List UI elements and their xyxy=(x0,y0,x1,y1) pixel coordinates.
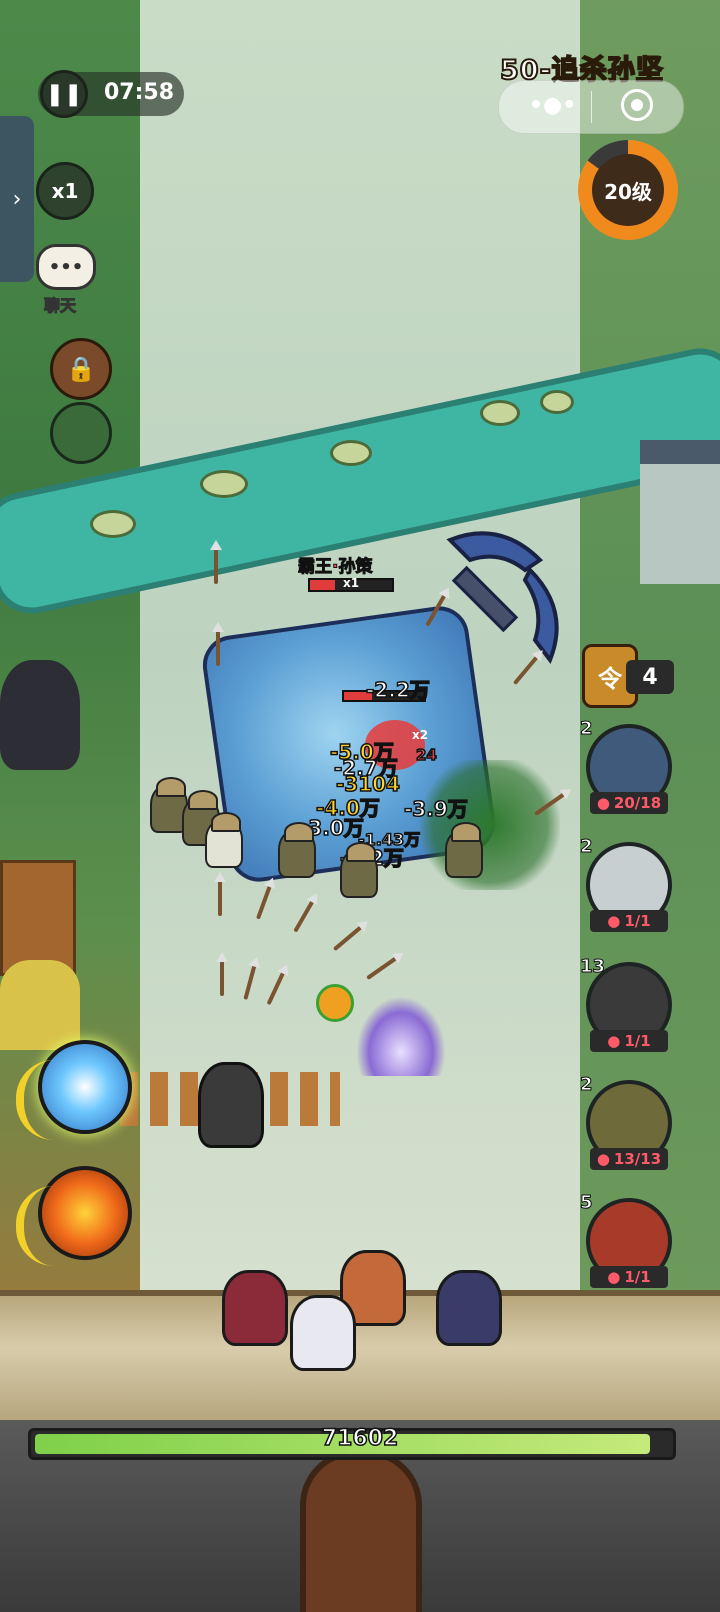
arrow-icon xyxy=(210,540,222,584)
unit-troops: ● 1/1 xyxy=(590,1266,668,1288)
more-options-button[interactable]: •●• xyxy=(529,93,576,118)
mini-program-capsule: •●• xyxy=(498,80,684,134)
token-counter[interactable]: 令 4 xyxy=(582,644,674,708)
enemy-stack: x2 xyxy=(412,728,429,742)
arrow-icon xyxy=(216,952,228,996)
person-icon: ● xyxy=(607,1032,621,1050)
unit-card[interactable]: 13 ● 1/1 xyxy=(579,956,672,1062)
river-rock xyxy=(90,510,136,538)
lock-icon: 🔒 xyxy=(66,355,96,383)
hero-red-tribal[interactable] xyxy=(222,1270,288,1346)
damage-number: 24 xyxy=(415,745,437,765)
hero-portrait-green[interactable] xyxy=(50,402,112,464)
unit-troops: ● 13/13 xyxy=(590,1148,668,1170)
unit-count: 5 xyxy=(580,1192,593,1214)
more-dots-icon: •●• xyxy=(529,93,577,118)
pause-icon: ❚❚ xyxy=(45,81,83,107)
target-icon xyxy=(631,99,643,111)
unit-troops: ● 1/1 xyxy=(590,1030,668,1052)
unit-count: 2 xyxy=(580,836,593,858)
timer-text: 07:58 xyxy=(104,80,175,105)
river-rock xyxy=(330,440,372,466)
city-gate xyxy=(300,1450,422,1612)
side-drawer-toggle[interactable]: › xyxy=(0,116,34,282)
fireball-icon xyxy=(316,984,354,1022)
level-label: 20级 xyxy=(592,154,664,226)
pagoda xyxy=(640,440,720,584)
boss-axe-icon xyxy=(446,531,559,665)
level-badge[interactable]: 20级 xyxy=(578,140,678,240)
unit-card[interactable]: 2 ● 1/1 xyxy=(580,836,672,942)
enemy-soldier xyxy=(445,822,483,878)
unit-card[interactable]: 2 ● 13/13 xyxy=(580,1074,672,1180)
person-icon: ● xyxy=(596,794,610,812)
unit-count: 13 xyxy=(579,956,606,978)
unit-card[interactable]: 2 ● 20/18 xyxy=(580,718,672,824)
person-icon: ● xyxy=(596,1150,610,1168)
hero-dark-strawhat[interactable] xyxy=(436,1270,502,1346)
chat-label: 聊天 xyxy=(43,296,77,316)
chat-bubble-icon: ••• xyxy=(36,244,96,290)
enemy-soldier xyxy=(278,822,316,878)
farm-plot xyxy=(0,860,76,976)
locked-hero-portrait[interactable]: 🔒 xyxy=(50,338,112,400)
chat-button[interactable]: ••• 聊天 xyxy=(36,244,98,316)
wheat-field xyxy=(0,960,80,1050)
timer-panel: ❚❚ 07:58 xyxy=(38,70,184,118)
black-armored-crossbowman xyxy=(198,1062,264,1148)
boss-name: 霸王·孙策 xyxy=(297,557,373,578)
close-program-button[interactable] xyxy=(621,89,653,121)
unit-count: 2 xyxy=(580,718,593,740)
person-icon: ● xyxy=(607,1268,621,1286)
boss-stack: x1 xyxy=(343,576,360,590)
pause-button[interactable]: ❚❚ xyxy=(40,70,88,118)
panther-statue xyxy=(0,660,80,770)
unit-card[interactable]: 5 ● 1/1 xyxy=(580,1192,672,1298)
damage-number: -2.2万 xyxy=(365,677,430,703)
token-count: 4 xyxy=(626,660,674,694)
unit-count: 2 xyxy=(580,1074,593,1096)
arrow-icon xyxy=(212,622,224,666)
purple-slash-effect xyxy=(356,996,446,1076)
enemy-soldier xyxy=(205,812,243,868)
arrow-icon xyxy=(214,872,226,916)
river-rock xyxy=(480,400,520,426)
unit-troops: ● 20/18 xyxy=(590,792,668,814)
unit-troops: ● 1/1 xyxy=(590,910,668,932)
damage-number: -3.9万 xyxy=(403,796,468,822)
capsule-divider xyxy=(591,91,592,123)
chevron-right-icon: › xyxy=(12,186,22,212)
poison-cloud xyxy=(420,760,560,890)
damage-number: -5.0万 xyxy=(329,739,394,765)
hero-white-swordsman[interactable] xyxy=(290,1295,356,1371)
river-rock xyxy=(200,470,248,498)
person-icon: ● xyxy=(607,912,621,930)
enemy-soldier xyxy=(340,842,378,898)
river-rock xyxy=(540,390,574,414)
speed-button[interactable]: x1 xyxy=(36,162,94,220)
base-hp-value: 71602 xyxy=(321,1425,399,1452)
